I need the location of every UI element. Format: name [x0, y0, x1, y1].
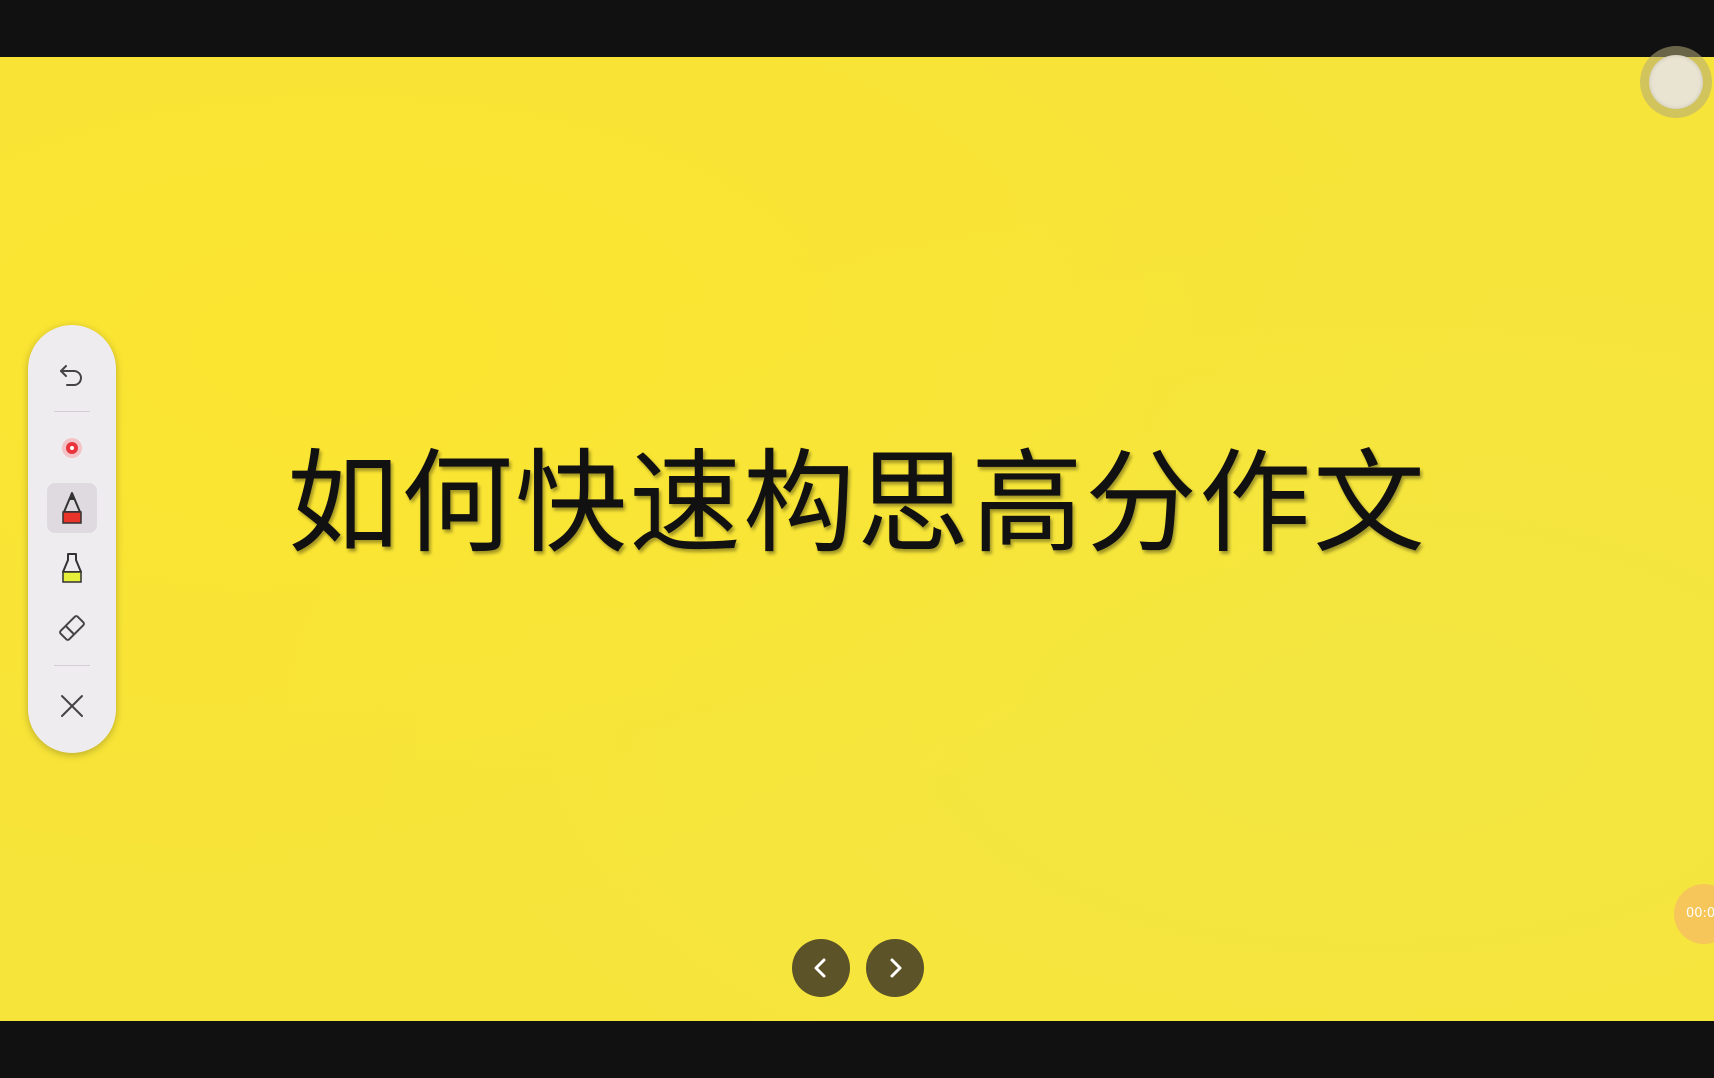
- toolbar-divider: [54, 665, 90, 666]
- undo-icon: [60, 365, 82, 386]
- chevron-left-icon: [814, 958, 826, 978]
- eraser-button[interactable]: [47, 603, 97, 653]
- eraser-icon: [59, 615, 85, 641]
- laser-pointer-button[interactable]: [47, 423, 97, 473]
- previous-slide-button[interactable]: [792, 939, 850, 997]
- toolbar-divider: [54, 411, 90, 412]
- close-icon: [61, 695, 83, 717]
- pen-icon: [62, 492, 82, 524]
- annotation-toolbar: [28, 325, 116, 753]
- screen: 如何快速构思高分作文 00:0: [0, 0, 1714, 1078]
- highlighter-button[interactable]: [47, 543, 97, 593]
- slide-title: 如何快速构思高分作文: [287, 439, 1427, 569]
- floating-button-knob: [1649, 55, 1703, 109]
- laser-pointer-icon: [62, 438, 82, 458]
- next-slide-button[interactable]: [866, 939, 924, 997]
- floating-assistive-button[interactable]: [1640, 46, 1712, 118]
- highlighter-icon: [62, 553, 82, 583]
- close-toolbar-button[interactable]: [47, 681, 97, 731]
- undo-button[interactable]: [47, 349, 97, 399]
- chevron-right-icon: [890, 958, 902, 978]
- slide-canvas[interactable]: 如何快速构思高分作文: [0, 57, 1714, 1021]
- pen-button[interactable]: [47, 483, 97, 533]
